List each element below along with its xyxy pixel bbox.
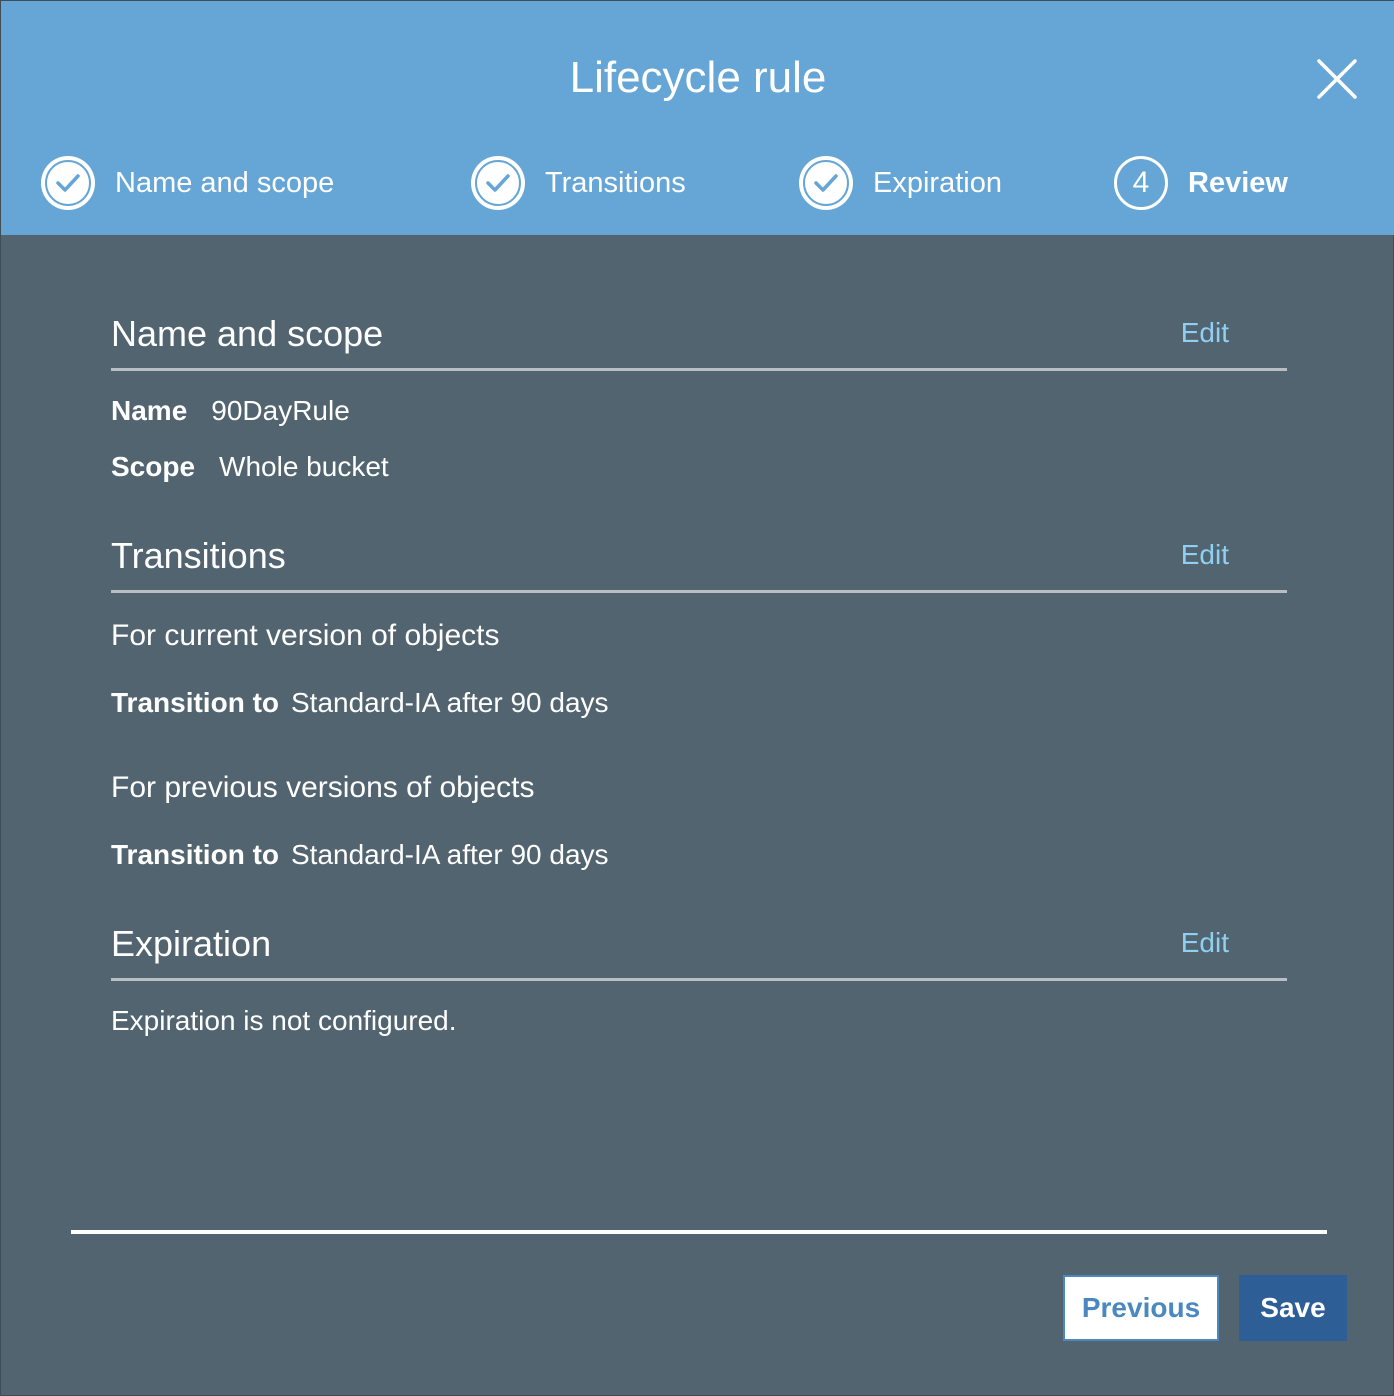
- dialog-header: Lifecycle rule Name and scope Transition…: [1, 1, 1394, 235]
- step-name-and-scope[interactable]: Name and scope: [41, 155, 334, 211]
- save-button[interactable]: Save: [1239, 1275, 1347, 1341]
- transition-label: Transition to: [111, 839, 279, 870]
- check-circle-icon: [799, 156, 853, 210]
- lifecycle-rule-dialog: Lifecycle rule Name and scope Transition…: [0, 0, 1394, 1396]
- footer-divider: [71, 1230, 1327, 1234]
- step-expiration[interactable]: Expiration: [799, 155, 1002, 211]
- name-scope-section-header: Name and scope Edit: [111, 313, 1287, 371]
- close-icon: [1317, 59, 1357, 99]
- dialog-title: Lifecycle rule: [569, 53, 827, 102]
- expiration-message: Expiration is not configured.: [111, 1005, 457, 1036]
- edit-expiration-link[interactable]: Edit: [1181, 927, 1229, 959]
- transitions-section-header: Transitions Edit: [111, 535, 1287, 593]
- step-label: Transitions: [545, 166, 686, 199]
- previous-versions-heading: For previous versions of objects: [111, 771, 535, 804]
- step-label: Review: [1188, 166, 1288, 199]
- step-label: Name and scope: [115, 166, 335, 199]
- current-transition-row: Transition to Standard-IA after 90 days: [111, 687, 609, 719]
- close-button[interactable]: [1311, 53, 1363, 105]
- edit-name-scope-link[interactable]: Edit: [1181, 317, 1229, 349]
- step-number: 4: [1132, 166, 1150, 199]
- scope-label: Scope: [111, 451, 196, 482]
- previous-button[interactable]: Previous: [1063, 1275, 1219, 1341]
- step-number-badge: 4: [1114, 156, 1168, 210]
- check-circle-icon: [471, 156, 525, 210]
- name-label: Name: [111, 395, 188, 426]
- previous-transition-row: Transition to Standard-IA after 90 days: [111, 839, 609, 871]
- name-value: 90DayRule: [211, 395, 350, 426]
- section-title: Expiration: [111, 923, 272, 964]
- transition-label: Transition to: [111, 687, 279, 718]
- current-version-heading: For current version of objects: [111, 619, 500, 652]
- edit-transitions-link[interactable]: Edit: [1181, 539, 1229, 571]
- section-title: Transitions: [111, 535, 286, 576]
- transition-value: Standard-IA after 90 days: [291, 839, 609, 870]
- transition-value: Standard-IA after 90 days: [291, 687, 609, 718]
- name-row: Name 90DayRule: [111, 395, 350, 427]
- step-transitions[interactable]: Transitions: [471, 155, 686, 211]
- step-label: Expiration: [873, 166, 1002, 199]
- section-title: Name and scope: [111, 313, 384, 354]
- step-review[interactable]: 4 Review: [1114, 155, 1288, 211]
- scope-value: Whole bucket: [219, 451, 389, 482]
- expiration-section-header: Expiration Edit: [111, 923, 1287, 981]
- check-circle-icon: [41, 156, 95, 210]
- scope-row: Scope Whole bucket: [111, 451, 389, 483]
